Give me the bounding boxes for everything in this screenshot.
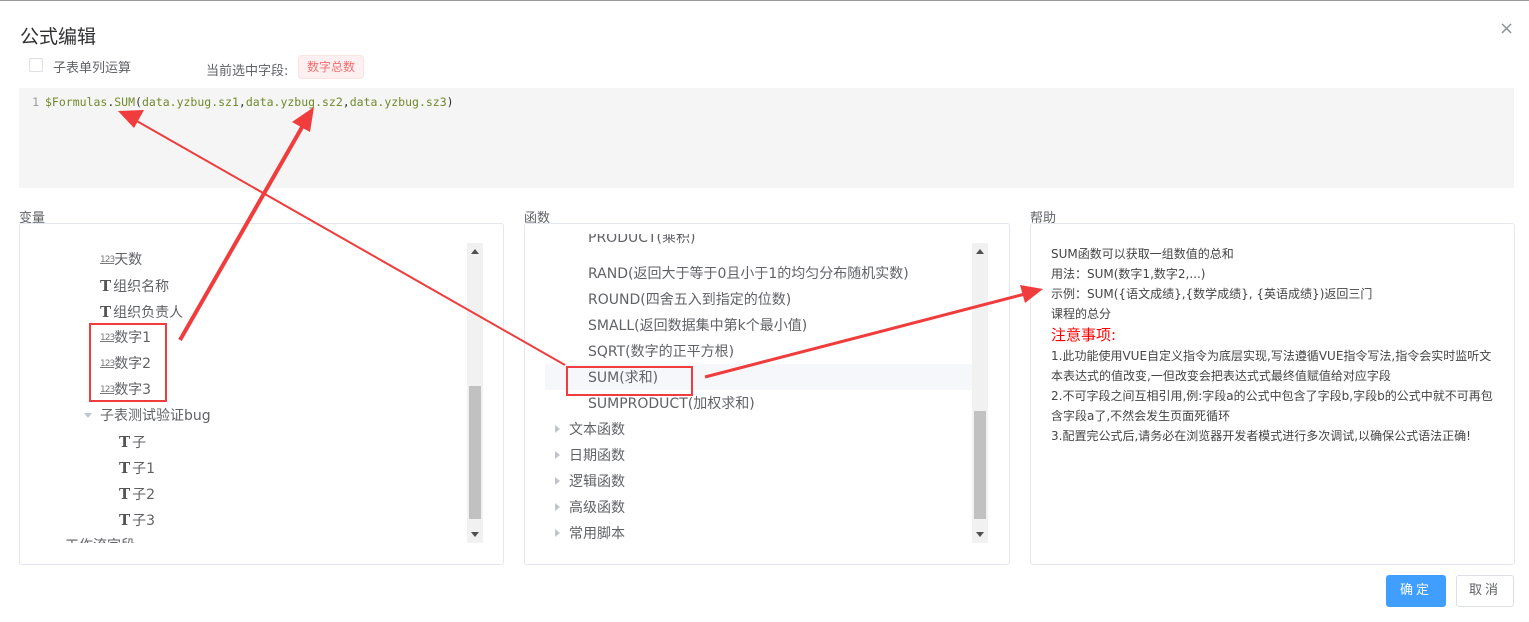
variable-group[interactable]: 子表测试验证bug (84, 403, 211, 429)
number-icon: 123 (100, 255, 115, 265)
variable-item[interactable]: T 组织负责人 (100, 299, 183, 325)
help-note: 1.此功能使用VUE自定义指令为底层实现,写法遵循VUE指令写法,指令会实时监听… (1051, 349, 1492, 383)
scroll-down-icon[interactable] (976, 532, 984, 537)
variable-item[interactable]: 123数字1 (100, 325, 151, 351)
close-icon[interactable]: × (1499, 18, 1514, 39)
function-item[interactable]: ROUND(四舍五入到指定的位数) (588, 287, 791, 313)
variable-child[interactable]: T 子2 (119, 481, 155, 507)
function-category[interactable]: 日期函数 (555, 443, 625, 469)
variable-child[interactable]: T子 (119, 429, 146, 455)
variable-child[interactable]: T 子3 (119, 507, 155, 533)
function-category[interactable]: 逻辑函数 (555, 469, 625, 495)
formula-code: $Formulas.SUM(data.yzbug.sz1,data.yzbug.… (45, 95, 454, 109)
text-icon: T (100, 303, 112, 321)
caret-down-icon[interactable] (84, 413, 92, 418)
text-icon: T (119, 511, 131, 529)
variable-item[interactable]: 123数字2 (100, 351, 151, 377)
function-category[interactable]: 文本函数 (555, 417, 625, 443)
help-note: 3.配置完公式后,请务必在浏览器开发者模式进行多次调试,以确保公式语法正确! (1051, 429, 1471, 443)
help-line: 用法：SUM(数字1,数字2,...) (1051, 267, 1206, 281)
caret-right-icon[interactable] (555, 529, 560, 537)
function-item[interactable]: RAND(返回大于等于0且小于1的均匀分布随机实数) (588, 261, 909, 287)
scroll-down-icon[interactable] (471, 532, 479, 537)
confirm-button[interactable]: 确定 (1386, 575, 1446, 607)
variable-group-clipped[interactable]: 工作流字段 (65, 533, 135, 543)
number-icon: 123 (100, 359, 115, 369)
subtable-checkbox[interactable] (29, 58, 43, 72)
scroll-up-icon[interactable] (976, 249, 984, 254)
current-field-label: 当前选中字段: (206, 64, 289, 79)
caret-right-icon[interactable] (555, 451, 560, 459)
scroll-up-icon[interactable] (471, 249, 479, 254)
help-content: SUM函数可以获取一组数值的总和 用法：SUM(数字1,数字2,...) 示例：… (1051, 244, 1496, 446)
warning-title: 注意事项: (1051, 326, 1117, 344)
function-item[interactable]: SUMPRODUCT(加权求和) (588, 391, 755, 417)
variable-item[interactable]: 123数字3 (100, 377, 151, 403)
scroll-thumb[interactable] (974, 411, 986, 519)
functions-scrollbar[interactable] (972, 243, 988, 543)
subtable-checkbox-label[interactable]: 子表单列运算 (53, 57, 131, 76)
cancel-button[interactable]: 取消 (1456, 575, 1514, 607)
text-icon: T (119, 459, 131, 477)
help-line: 示例：SUM({语文成绩},{数学成绩}, {英语成绩})返回三门课程的总分 (1051, 287, 1373, 321)
dialog-title: 公式编辑 (20, 26, 97, 48)
text-icon: T (119, 433, 131, 451)
variable-item[interactable]: 123天数 (100, 247, 142, 273)
top-border (0, 0, 1529, 1)
number-icon: 123 (100, 385, 115, 395)
variable-item[interactable]: T 组织名称 (100, 273, 169, 299)
line-number: 1 (32, 95, 39, 109)
scroll-thumb[interactable] (469, 386, 481, 519)
function-item[interactable]: SQRT(数字的正平方根) (588, 339, 734, 365)
text-icon: T (100, 277, 112, 295)
help-panel: SUM函数可以获取一组数值的总和 用法：SUM(数字1,数字2,...) 示例：… (1030, 223, 1515, 565)
caret-right-icon[interactable] (555, 425, 560, 433)
help-note: 2.不可字段之间互相引用,例:字段a的公式中包含了字段b,字段b的公式中就不可再… (1051, 389, 1493, 423)
function-category[interactable]: 高级函数 (555, 495, 625, 521)
variables-scrollbar[interactable] (467, 243, 483, 543)
help-line: SUM函数可以获取一组数值的总和 (1051, 247, 1234, 261)
number-icon: 123 (100, 333, 115, 343)
variables-panel: 123天数 T 组织名称 T 组织负责人 123数字1 123数字2 123数字3 … (19, 223, 504, 565)
formula-editor[interactable]: 1 $Formulas.SUM(data.yzbug.sz1,data.yzbug… (19, 88, 1514, 188)
function-category[interactable]: 常用脚本 (555, 521, 625, 547)
caret-right-icon[interactable] (555, 477, 560, 485)
text-icon: T (119, 485, 131, 503)
functions-panel: PRODUCT(乘积) RAND(返回大于等于0且小于1的均匀分布随机实数) R… (524, 223, 1010, 565)
caret-right-icon[interactable] (555, 503, 560, 511)
function-item[interactable]: PRODUCT(乘积) (588, 234, 695, 250)
function-item-selected[interactable]: SUM(求和) (588, 365, 658, 391)
current-field-tag: 数字总数 (298, 55, 365, 79)
function-item[interactable]: SMALL(返回数据集中第k个最小值) (588, 313, 807, 339)
variable-child[interactable]: T 子1 (119, 455, 155, 481)
